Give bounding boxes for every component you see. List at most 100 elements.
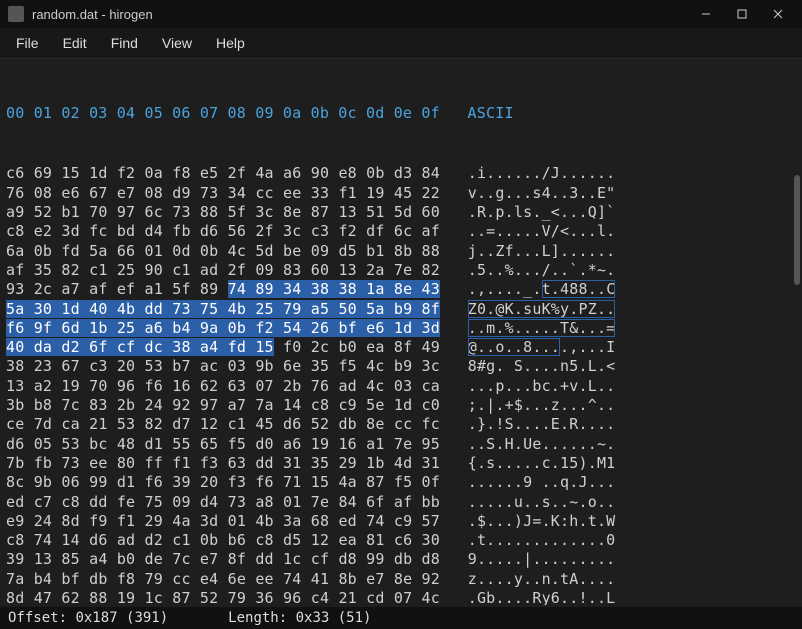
hex-byte[interactable]: 54 bbox=[283, 319, 301, 337]
hex-row[interactable]: 8c 9b 06 99 d1 f6 39 20 f3 f6 71 15 4a 8… bbox=[6, 473, 796, 492]
hex-byte[interactable]: 68 bbox=[311, 512, 329, 530]
hex-byte[interactable]: c1 bbox=[172, 531, 190, 549]
hex-byte[interactable]: ee bbox=[283, 184, 301, 202]
hex-byte[interactable]: 19 bbox=[311, 435, 329, 453]
hex-byte[interactable]: ee bbox=[89, 454, 107, 472]
hex-byte[interactable]: db bbox=[338, 415, 356, 433]
hex-byte[interactable]: 38 bbox=[338, 280, 356, 298]
hex-byte[interactable]: 1d bbox=[61, 300, 79, 318]
ascii-cell[interactable]: ..S.H.Ue......~. bbox=[468, 435, 616, 453]
hex-byte[interactable]: b1 bbox=[61, 203, 79, 221]
hex-byte[interactable]: 0b bbox=[200, 242, 218, 260]
hex-byte[interactable]: f8 bbox=[172, 164, 190, 182]
hex-byte[interactable]: 5f bbox=[172, 280, 190, 298]
hex-byte[interactable]: e7 bbox=[117, 184, 135, 202]
hex-byte[interactable]: 52 bbox=[34, 203, 52, 221]
hex-byte[interactable]: a6 bbox=[283, 164, 301, 182]
hex-byte[interactable]: 6e bbox=[283, 357, 301, 375]
hex-byte[interactable]: 7d bbox=[34, 415, 52, 433]
hex-byte[interactable]: e4 bbox=[200, 570, 218, 588]
hex-byte[interactable]: d3 bbox=[394, 164, 412, 182]
ascii-cell[interactable]: .}.!S....E.R.... bbox=[468, 415, 616, 433]
hex-byte[interactable]: be bbox=[283, 242, 301, 260]
hex-byte[interactable]: 4c bbox=[422, 589, 440, 605]
hex-byte[interactable]: fd bbox=[228, 338, 246, 356]
hex-byte[interactable]: 5a bbox=[366, 300, 384, 318]
hex-editor-view[interactable]: 00 01 02 03 04 05 06 07 08 09 0a 0b 0c 0… bbox=[0, 59, 802, 605]
hex-byte[interactable]: 09 bbox=[311, 242, 329, 260]
hex-byte[interactable]: 13 bbox=[338, 203, 356, 221]
hex-byte[interactable]: 2c bbox=[311, 338, 329, 356]
hex-byte[interactable]: 30 bbox=[34, 300, 52, 318]
hex-byte[interactable]: 8d bbox=[61, 512, 79, 530]
hex-byte[interactable]: 39 bbox=[172, 473, 190, 491]
hex-byte[interactable]: a1 bbox=[145, 280, 163, 298]
hex-row[interactable]: 93 2c a7 af ef a1 5f 89 74 89 34 38 38 1… bbox=[6, 280, 796, 299]
hex-byte[interactable]: 1b bbox=[366, 454, 384, 472]
hex-byte[interactable]: 19 bbox=[117, 589, 135, 605]
hex-byte[interactable]: a9 bbox=[6, 203, 24, 221]
hex-byte[interactable]: fc bbox=[89, 222, 107, 240]
hex-byte[interactable]: 3d bbox=[422, 319, 440, 337]
hex-byte[interactable]: 52 bbox=[200, 589, 218, 605]
ascii-cell[interactable]: ;.|.+$...z...^.. bbox=[468, 396, 616, 414]
hex-row[interactable]: 40 da d2 6f cf dc 38 a4 fd 15 f0 2c b0 e… bbox=[6, 338, 796, 357]
hex-byte[interactable]: ee bbox=[255, 570, 273, 588]
hex-byte[interactable]: cc bbox=[255, 184, 273, 202]
hex-byte[interactable]: 55 bbox=[172, 435, 190, 453]
hex-byte[interactable]: 74 bbox=[34, 531, 52, 549]
hex-byte[interactable]: 2a bbox=[366, 261, 384, 279]
hex-row[interactable]: af 35 82 c1 25 90 c1 ad 2f 09 83 60 13 2… bbox=[6, 261, 796, 280]
hex-byte[interactable]: 09 bbox=[172, 493, 190, 511]
hex-byte[interactable]: 7c bbox=[61, 396, 79, 414]
hex-byte[interactable]: b9 bbox=[394, 357, 412, 375]
hex-byte[interactable]: 8c bbox=[6, 473, 24, 491]
hex-byte[interactable]: ad bbox=[200, 261, 218, 279]
hex-byte[interactable]: f3 bbox=[200, 454, 218, 472]
hex-row[interactable]: ce 7d ca 21 53 82 d7 12 c1 45 d6 52 db 8… bbox=[6, 415, 796, 434]
hex-byte[interactable]: 0f bbox=[422, 473, 440, 491]
hex-byte[interactable]: f5 bbox=[228, 435, 246, 453]
hex-byte[interactable]: dd bbox=[255, 550, 273, 568]
hex-byte[interactable]: ef bbox=[117, 280, 135, 298]
hex-byte[interactable]: 9a bbox=[200, 319, 218, 337]
hex-byte[interactable]: 65 bbox=[200, 435, 218, 453]
hex-byte[interactable]: 01 bbox=[283, 493, 301, 511]
hex-byte[interactable]: 99 bbox=[89, 473, 107, 491]
ascii-cell[interactable]: Z0.@K.suK%y.PZ.. bbox=[468, 300, 616, 318]
hex-byte[interactable]: 82 bbox=[61, 261, 79, 279]
hex-byte[interactable]: f1 bbox=[338, 184, 356, 202]
hex-byte[interactable]: dd bbox=[145, 300, 163, 318]
hex-byte[interactable]: dd bbox=[89, 493, 107, 511]
hex-byte[interactable]: 79 bbox=[283, 300, 301, 318]
hex-byte[interactable]: 76 bbox=[6, 184, 24, 202]
hex-byte[interactable]: 70 bbox=[89, 377, 107, 395]
hex-byte[interactable]: 06 bbox=[61, 473, 79, 491]
hex-byte[interactable]: a6 bbox=[283, 435, 301, 453]
hex-byte[interactable]: f9 bbox=[89, 512, 107, 530]
hex-byte[interactable]: df bbox=[366, 222, 384, 240]
hex-byte[interactable]: cc bbox=[394, 415, 412, 433]
hex-byte[interactable]: 35 bbox=[311, 454, 329, 472]
hex-byte[interactable]: c6 bbox=[6, 164, 24, 182]
hex-row[interactable]: 7b fb 73 ee 80 ff f1 f3 63 dd 31 35 29 1… bbox=[6, 454, 796, 473]
hex-byte[interactable]: 67 bbox=[89, 184, 107, 202]
hex-byte[interactable]: c6 bbox=[394, 531, 412, 549]
hex-byte[interactable]: 0b bbox=[228, 319, 246, 337]
hex-byte[interactable]: de bbox=[145, 550, 163, 568]
hex-byte[interactable]: b9 bbox=[394, 300, 412, 318]
hex-byte[interactable]: 7b bbox=[6, 454, 24, 472]
hex-byte[interactable]: 34 bbox=[228, 184, 246, 202]
menu-file[interactable]: File bbox=[4, 31, 51, 55]
hex-byte[interactable]: b8 bbox=[34, 396, 52, 414]
hex-byte[interactable]: 03 bbox=[394, 377, 412, 395]
hex-byte[interactable]: 53 bbox=[61, 435, 79, 453]
ascii-cell[interactable]: .....u..s..~.o.. bbox=[468, 493, 616, 511]
hex-byte[interactable]: 82 bbox=[145, 415, 163, 433]
hex-byte[interactable]: 1b bbox=[89, 319, 107, 337]
hex-byte[interactable]: 16 bbox=[338, 435, 356, 453]
menu-find[interactable]: Find bbox=[99, 31, 150, 55]
hex-byte[interactable]: 0b bbox=[34, 242, 52, 260]
hex-byte[interactable]: e6 bbox=[366, 319, 384, 337]
hex-byte[interactable]: fd bbox=[61, 242, 79, 260]
